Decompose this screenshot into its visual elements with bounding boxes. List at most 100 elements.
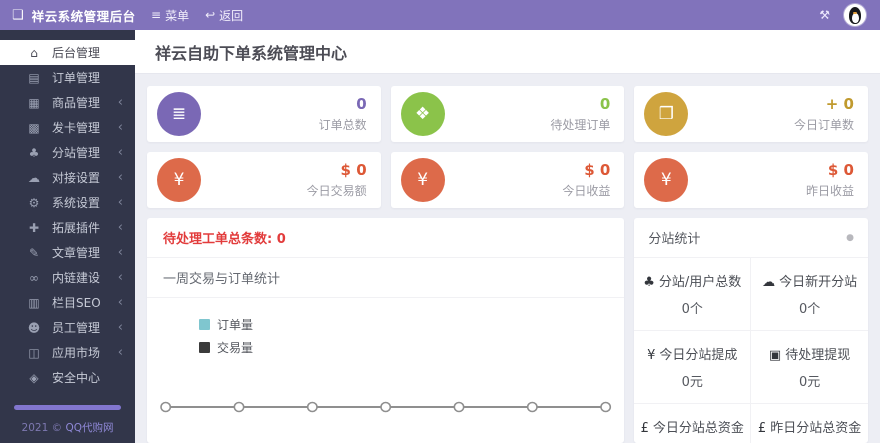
back-icon: ↩ (205, 8, 216, 22)
content-grid: ≣ 0 订单总数 ❖ 0 待处理订单 ❒ + 0 今日订单数 ¥ $ 0 今日交… (135, 74, 880, 443)
plugin-icon: ✚ (28, 220, 40, 235)
inner-link-icon: ∞ (29, 270, 39, 285)
order-list-icon: ▤ (28, 70, 40, 85)
chevron-left-icon: ‹ (117, 120, 123, 135)
sidebar: ⌂ 后台管理 ▤ 订单管理 ▦ 商品管理 ‹ ▩ 发卡管理 ‹ ♣ 分站管理 ‹… (0, 30, 135, 443)
app-market-icon: ◫ (28, 345, 40, 360)
weekly-chart: 订单量 交易量 (147, 298, 624, 443)
stat-value: 0 (599, 94, 611, 113)
cloud-icon: ☁ (762, 275, 776, 290)
sidebar-item-cards[interactable]: ▩ 发卡管理 ‹ (0, 115, 135, 140)
stat-value: $ 0 (584, 160, 611, 179)
sitemap-icon: ♣ (643, 275, 655, 290)
substation-cell-yesterday-funds: £昨日分站总资金 0元 (751, 404, 868, 443)
yen-icon: ¥ (157, 158, 201, 202)
menu-button[interactable]: ≡ 菜单 (151, 7, 189, 24)
substation-cell-new-today: ☁ 今日新开分站 0个 (751, 258, 868, 331)
back-label: 返回 (219, 8, 244, 23)
back-button[interactable]: ↩ 返回 (205, 7, 243, 24)
main-area: 祥云自助下单系统管理中心 ≣ 0 订单总数 ❖ 0 待处理订单 ❒ + 0 今日… (135, 30, 880, 443)
sitemap-icon: ♣ (28, 145, 40, 160)
list-ol-icon: ≣ (157, 92, 201, 136)
weekly-chart-svg[interactable] (147, 335, 624, 443)
chart-title: 一周交易与订单统计 (147, 258, 625, 298)
chevron-left-icon: ‹ (117, 195, 123, 210)
chevron-left-icon: ‹ (117, 345, 123, 360)
brand: ❑ 祥云系统管理后台 (0, 6, 135, 25)
sidebar-footer: 2021 © QQ代购网 (0, 405, 135, 443)
sidebar-nav: ⌂ 后台管理 ▤ 订单管理 ▦ 商品管理 ‹ ▩ 发卡管理 ‹ ♣ 分站管理 ‹… (0, 30, 135, 390)
stat-label: 昨日收益 (805, 184, 854, 199)
home-icon: ⌂ (30, 45, 38, 60)
stat-card-today-volume: ¥ $ 0 今日交易额 (147, 152, 381, 208)
stat-value: 0 (356, 94, 367, 113)
sidebar-item-orders[interactable]: ▤ 订单管理 (0, 65, 135, 90)
staff-icon: ☻ (27, 320, 41, 335)
topbar-right: ⚒ (819, 4, 880, 26)
chevron-left-icon: ‹ (117, 220, 123, 235)
chart-point (233, 401, 245, 413)
substation-cell-today-commission: ¥ 今日分站提成 0元 (634, 331, 752, 404)
article-icon: ✎ (28, 245, 40, 260)
wrench-icon[interactable]: ⚒ (819, 8, 830, 22)
sidebar-item-substation[interactable]: ♣ 分站管理 ‹ (0, 140, 135, 165)
stat-card-today-orders: ❒ + 0 今日订单数 (634, 86, 868, 142)
cell-value: 0元 (798, 375, 821, 390)
pound-icon: £ (640, 421, 649, 436)
sidebar-item-api[interactable]: ☁ 对接设置 ‹ (0, 165, 135, 190)
stat-value: + 0 (825, 94, 854, 113)
substation-stats-panel: 分站统计 ● ♣ 分站/用户总数 0个 ☁ 今日新开分站 0个 ¥ 今日分站提成 0元… (634, 218, 868, 443)
legend-orders[interactable]: 订单量 (199, 316, 253, 333)
pending-tickets-count: 0 (276, 232, 286, 247)
money-bill-icon: ▣ (768, 348, 782, 363)
app-title: 祥云系统管理后台 (31, 8, 136, 24)
stat-value: $ 0 (340, 160, 367, 179)
sidebar-item-goods[interactable]: ▦ 商品管理 ‹ (0, 90, 135, 115)
chevron-left-icon: ‹ (117, 245, 123, 260)
stat-label: 今日收益 (562, 184, 611, 199)
chart-point (600, 401, 612, 413)
sidebar-item-staff[interactable]: ☻ 员工管理 ‹ (0, 315, 135, 340)
cloud-link-icon: ☁ (28, 170, 40, 185)
yen-icon: ¥ (400, 158, 445, 202)
menu-label: 菜单 (165, 8, 190, 23)
orders-swatch-icon (199, 319, 210, 330)
sidebar-item-seo[interactable]: ▥ 栏目SEO ‹ (0, 290, 135, 315)
sidebar-item-plugins[interactable]: ✚ 拓展插件 ‹ (0, 215, 135, 240)
stat-value: $ 0 (827, 160, 854, 179)
sidebar-item-appmarket[interactable]: ◫ 应用市场 ‹ (0, 340, 135, 365)
seo-list-icon: ▥ (28, 295, 40, 310)
stat-card-total-orders: ≣ 0 订单总数 (147, 86, 381, 142)
copyright: 2021 © QQ代购网 (21, 422, 114, 434)
weekly-stats-panel: 待处理工单总条数: 0 一周交易与订单统计 订单量 交易量 (147, 218, 625, 443)
chart-point (526, 401, 538, 413)
chevron-left-icon: ‹ (117, 145, 123, 160)
briefcase-icon: ❒ (644, 92, 689, 136)
stat-label: 订单总数 (318, 118, 367, 133)
stat-label: 待处理订单 (550, 118, 611, 133)
site-link[interactable]: QQ代购网 (65, 422, 113, 434)
user-avatar[interactable] (844, 4, 866, 26)
yen-icon: ¥ (647, 348, 656, 363)
sidebar-item-innerlinks[interactable]: ∞ 内链建设 ‹ (0, 265, 135, 290)
stat-card-today-profit: ¥ $ 0 今日收益 (390, 152, 625, 208)
sidebar-item-security[interactable]: ◈ 安全中心 (0, 365, 135, 390)
chart-point (160, 401, 172, 413)
chevron-left-icon: ‹ (117, 170, 123, 185)
substation-cell-today-funds: £今日分站总资金 0元 (634, 404, 752, 443)
menu-icon: ≡ (151, 8, 162, 22)
stat-card-pending-orders: ❖ 0 待处理订单 (390, 86, 625, 142)
chevron-left-icon: ‹ (117, 270, 123, 285)
chart-point (380, 401, 392, 413)
sidebar-item-dashboard[interactable]: ⌂ 后台管理 (0, 40, 135, 65)
chart-point (306, 401, 318, 413)
cube-icon: ❖ (400, 92, 445, 136)
gear-icon: ⚙ (28, 195, 40, 210)
chevron-left-icon: ‹ (117, 295, 123, 310)
yen-icon: ¥ (644, 158, 689, 202)
logo-box-icon: ❑ (12, 7, 24, 23)
sidebar-item-articles[interactable]: ✎ 文章管理 ‹ (0, 240, 135, 265)
cell-value: 0个 (798, 302, 821, 317)
more-dot-icon[interactable]: ● (846, 233, 854, 243)
sidebar-item-settings[interactable]: ⚙ 系统设置 ‹ (0, 190, 135, 215)
